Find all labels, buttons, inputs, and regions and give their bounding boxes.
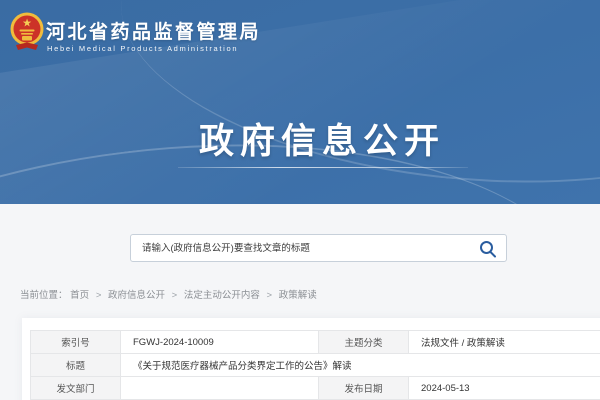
breadcrumb-policy-interpretation[interactable]: 政策解读 — [279, 290, 317, 301]
title-underline — [178, 167, 468, 168]
agency-name-cn: 河北省药品监督管理局 — [46, 17, 261, 44]
table-row: 索引号 FGWJ-2024-10009 主题分类 法规文件 / 政策解读 — [31, 331, 600, 354]
breadcrumb-statutory-disclosure[interactable]: 法定主动公开内容 — [184, 290, 260, 301]
doc-title-value: 《关于规范医疗器械产品分类界定工作的公告》解读 — [121, 354, 600, 377]
table-row: 标题 《关于规范医疗器械产品分类界定工作的公告》解读 — [31, 354, 600, 377]
page-banner: ★ 河北省药品监督管理局 Hebei Medical Products Admi… — [0, 0, 600, 204]
page-title: 政府信息公开 — [199, 113, 445, 164]
table-row: 发文部门 发布日期 2024-05-13 — [31, 377, 600, 400]
breadcrumb: 当前位置： 首页 > 政府信息公开 > 法定主动公开内容 > 政策解读 — [20, 287, 317, 301]
national-emblem-icon: ★ — [10, 11, 44, 51]
category-label: 主题分类 — [319, 331, 409, 354]
breadcrumb-separator: > — [267, 290, 273, 301]
svg-text:★: ★ — [22, 18, 32, 30]
publish-date-label: 发布日期 — [319, 377, 409, 400]
index-number-value: FGWJ-2024-10009 — [121, 331, 319, 354]
page: { "header": { "agency_name_cn": "河北省药品监督… — [0, 0, 600, 400]
breadcrumb-separator: > — [96, 290, 102, 301]
search-input[interactable] — [131, 235, 471, 261]
breadcrumb-separator: > — [172, 290, 178, 301]
search-icon — [479, 246, 497, 261]
search-box — [130, 234, 507, 262]
doc-title-label: 标题 — [31, 354, 121, 377]
breadcrumb-prefix: 当前位置： — [20, 290, 68, 301]
department-label: 发文部门 — [31, 377, 121, 400]
document-info-table: 索引号 FGWJ-2024-10009 主题分类 法规文件 / 政策解读 标题 … — [30, 330, 600, 400]
search-button[interactable] — [479, 240, 497, 258]
breadcrumb-home[interactable]: 首页 — [70, 290, 89, 301]
content-card: 索引号 FGWJ-2024-10009 主题分类 法规文件 / 政策解读 标题 … — [22, 318, 600, 400]
agency-name-en: Hebei Medical Products Administration — [47, 44, 238, 53]
breadcrumb-gov-info[interactable]: 政府信息公开 — [108, 290, 165, 301]
department-value — [121, 377, 319, 400]
publish-date-value: 2024-05-13 — [409, 377, 600, 400]
category-value: 法规文件 / 政策解读 — [409, 331, 600, 354]
index-number-label: 索引号 — [31, 331, 121, 354]
